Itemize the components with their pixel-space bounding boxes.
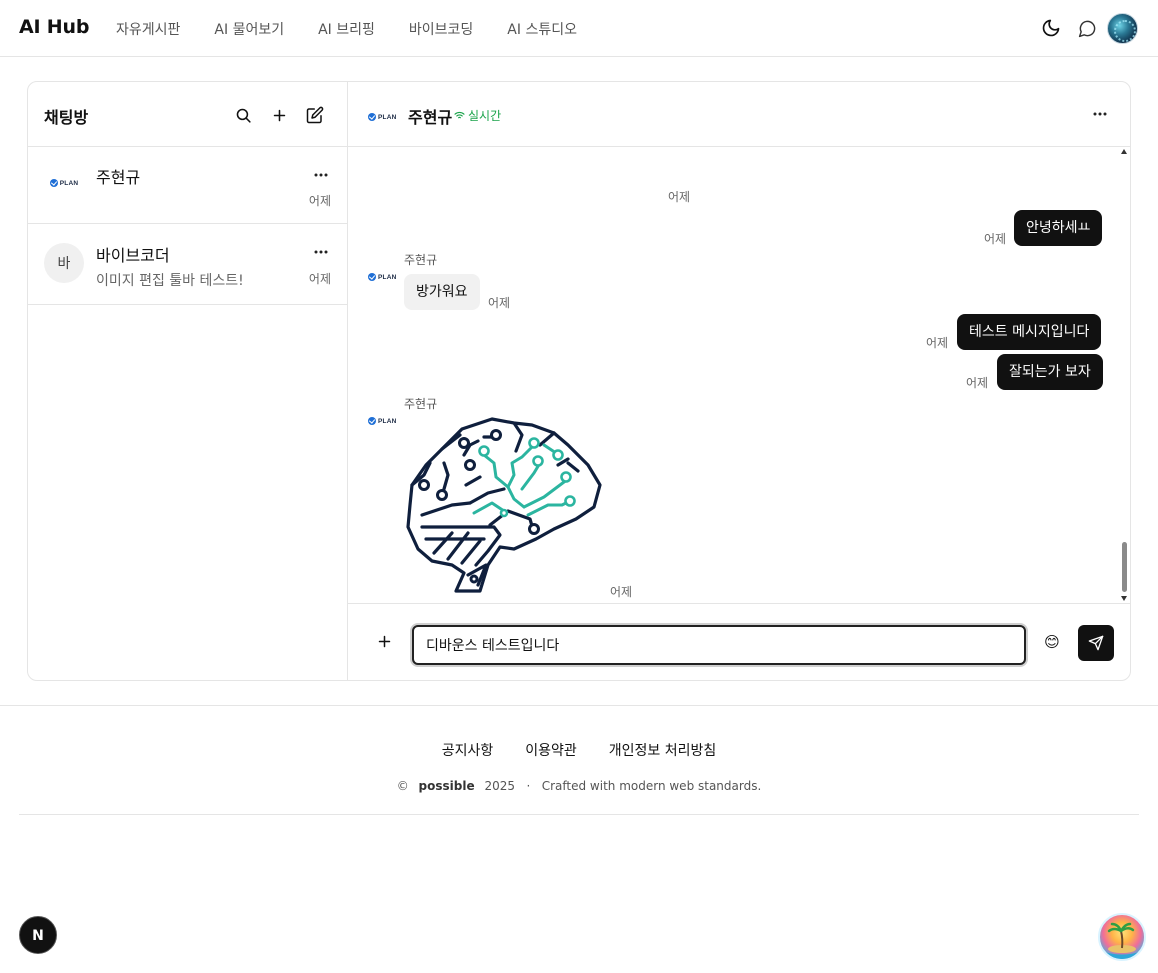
- check-circle-icon: [368, 417, 376, 425]
- chat-main: PLAN 주현규 실시간 어제 어제 안녕하세ㅛ PLAN 주현규 방가워요 어…: [348, 82, 1130, 680]
- island-avatar-icon[interactable]: [1098, 913, 1146, 961]
- message-scrollbar[interactable]: [1120, 147, 1130, 603]
- check-circle-icon: [49, 179, 58, 187]
- partner-avatar: PLAN: [368, 106, 397, 125]
- footer-divider: [19, 814, 1139, 815]
- outgoing-message: 안녕하세ㅛ: [1014, 210, 1103, 246]
- wifi-icon: [454, 111, 465, 119]
- nextjs-badge[interactable]: N: [19, 916, 57, 954]
- sender-name: 주현규: [404, 397, 438, 411]
- nav-link-ai-studio[interactable]: AI 스튜디오: [507, 19, 577, 39]
- footer-link-terms[interactable]: 이용약관: [525, 740, 577, 760]
- nav-link-vibe-coding[interactable]: 바이브코딩: [409, 19, 473, 39]
- message-composer: 😊: [348, 604, 1130, 680]
- attach-plus-icon[interactable]: [370, 627, 398, 655]
- check-circle-icon: [368, 273, 376, 281]
- plan-logo: PLAN: [368, 113, 397, 121]
- footer-tagline: Crafted with modern web standards.: [541, 779, 762, 793]
- next-logo-icon: N: [32, 928, 44, 944]
- footer-links: 공지사항 이용약관 개인정보 처리방침: [0, 740, 1158, 760]
- emoji-icon[interactable]: 😊: [1040, 630, 1064, 654]
- message-time: 어제: [610, 585, 633, 599]
- edit-icon[interactable]: [297, 103, 333, 127]
- footer-link-notice[interactable]: 공지사항: [442, 740, 494, 760]
- separator: ·: [526, 779, 531, 793]
- room-avatar: PLAN: [44, 163, 84, 203]
- room-time: 어제: [308, 272, 331, 286]
- outgoing-message: 테스트 메시지입니다: [957, 314, 1102, 350]
- user-avatar[interactable]: [1107, 12, 1138, 44]
- brain-circuit-image[interactable]: [404, 415, 604, 595]
- sender-avatar: PLAN: [368, 266, 397, 285]
- outgoing-message: 잘되는가 보자: [997, 354, 1103, 390]
- footer-copyright: © possible 2025 · Crafted with modern we…: [0, 779, 1158, 793]
- room-name: 주현규: [96, 168, 141, 187]
- chat-header: PLAN 주현규 실시간: [348, 82, 1130, 147]
- nav-actions: [1035, 12, 1138, 44]
- more-horizontal-icon[interactable]: [309, 240, 333, 264]
- incoming-message: 방가워요: [404, 274, 480, 310]
- chat-room-item[interactable]: 바 바이브코더 이미지 편집 툴바 테스트! 어제: [28, 224, 347, 305]
- scroll-down-arrow-icon[interactable]: [1121, 596, 1127, 601]
- sidebar-header: 채팅방: [28, 82, 347, 147]
- message-time: 어제: [926, 336, 949, 350]
- footer: 공지사항 이용약관 개인정보 처리방침 © possible 2025 · Cr…: [0, 705, 1158, 815]
- chat-container: 채팅방 PLAN 주현규 어제 바 바이브코더 이미지 편집 툴바 테스트! 어…: [27, 81, 1131, 681]
- company-name: possible: [418, 779, 475, 793]
- date-divider: 어제: [668, 190, 691, 204]
- message-time: 어제: [966, 376, 989, 390]
- room-name: 바이브코더: [96, 246, 170, 265]
- nav-links: 자유게시판 AI 물어보기 AI 브리핑 바이브코딩 AI 스튜디오: [116, 19, 611, 39]
- live-status: 실시간: [454, 107, 501, 124]
- room-last-message: 이미지 편집 툴바 테스트!: [96, 273, 244, 289]
- room-time: 어제: [308, 194, 331, 208]
- search-icon[interactable]: [225, 103, 261, 127]
- more-horizontal-icon[interactable]: [1088, 102, 1112, 126]
- partner-name: 주현규: [408, 108, 453, 127]
- moon-icon[interactable]: [1035, 12, 1067, 44]
- room-avatar: 바: [44, 243, 84, 283]
- copyright-year: 2025: [484, 779, 515, 793]
- plan-logo: PLAN: [49, 179, 79, 187]
- nav-link-free-board[interactable]: 자유게시판: [116, 19, 180, 39]
- chat-bubble-icon[interactable]: [1071, 12, 1103, 44]
- check-circle-icon: [368, 113, 376, 121]
- brand-logo[interactable]: AI Hub: [19, 16, 89, 38]
- message-list[interactable]: 어제 어제 안녕하세ㅛ PLAN 주현규 방가워요 어제 어제 테스트 메시지입…: [348, 147, 1130, 604]
- scroll-thumb[interactable]: [1122, 542, 1127, 592]
- scroll-up-arrow-icon[interactable]: [1121, 149, 1127, 154]
- chat-room-item[interactable]: PLAN 주현규 어제: [28, 147, 347, 224]
- send-icon: [1088, 635, 1104, 651]
- message-input[interactable]: [412, 625, 1026, 665]
- message-time: 어제: [984, 232, 1007, 246]
- footer-link-privacy[interactable]: 개인정보 처리방침: [609, 740, 717, 760]
- message-time: 어제: [488, 296, 511, 310]
- sidebar-tools: [225, 103, 333, 127]
- nav-link-ai-briefing[interactable]: AI 브리핑: [318, 19, 375, 39]
- sidebar-title: 채팅방: [44, 108, 89, 127]
- nav-link-ask-ai[interactable]: AI 물어보기: [214, 19, 284, 39]
- svg-text:N: N: [32, 928, 44, 944]
- more-horizontal-icon[interactable]: [309, 163, 333, 187]
- sender-avatar: PLAN: [368, 410, 397, 429]
- plus-icon[interactable]: [261, 103, 297, 127]
- chat-room-sidebar: 채팅방 PLAN 주현규 어제 바 바이브코더 이미지 편집 툴바 테스트! 어…: [28, 82, 348, 680]
- send-button[interactable]: [1078, 625, 1114, 661]
- sender-name: 주현규: [404, 253, 438, 267]
- live-label: 실시간: [468, 109, 502, 123]
- copyright-symbol: ©: [396, 779, 409, 793]
- top-navigation: AI Hub 자유게시판 AI 물어보기 AI 브리핑 바이브코딩 AI 스튜디…: [0, 0, 1158, 57]
